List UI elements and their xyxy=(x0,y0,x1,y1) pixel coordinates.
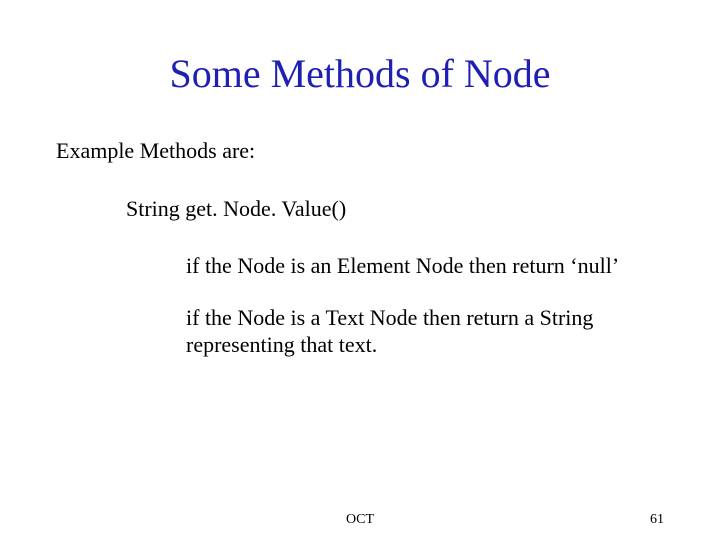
slide-body: Example Methods are: String get. Node. V… xyxy=(56,137,664,359)
footer-center-label: OCT xyxy=(0,512,720,528)
page-number: 61 xyxy=(650,512,664,528)
intro-text: Example Methods are: xyxy=(56,137,664,165)
slide-title: Some Methods of Node xyxy=(56,50,664,97)
method-desc-1: if the Node is an Element Node then retu… xyxy=(186,252,664,280)
method-signature: String get. Node. Value() xyxy=(126,195,664,223)
method-desc-2: if the Node is a Text Node then return a… xyxy=(186,304,664,359)
slide: Some Methods of Node Example Methods are… xyxy=(0,0,720,540)
